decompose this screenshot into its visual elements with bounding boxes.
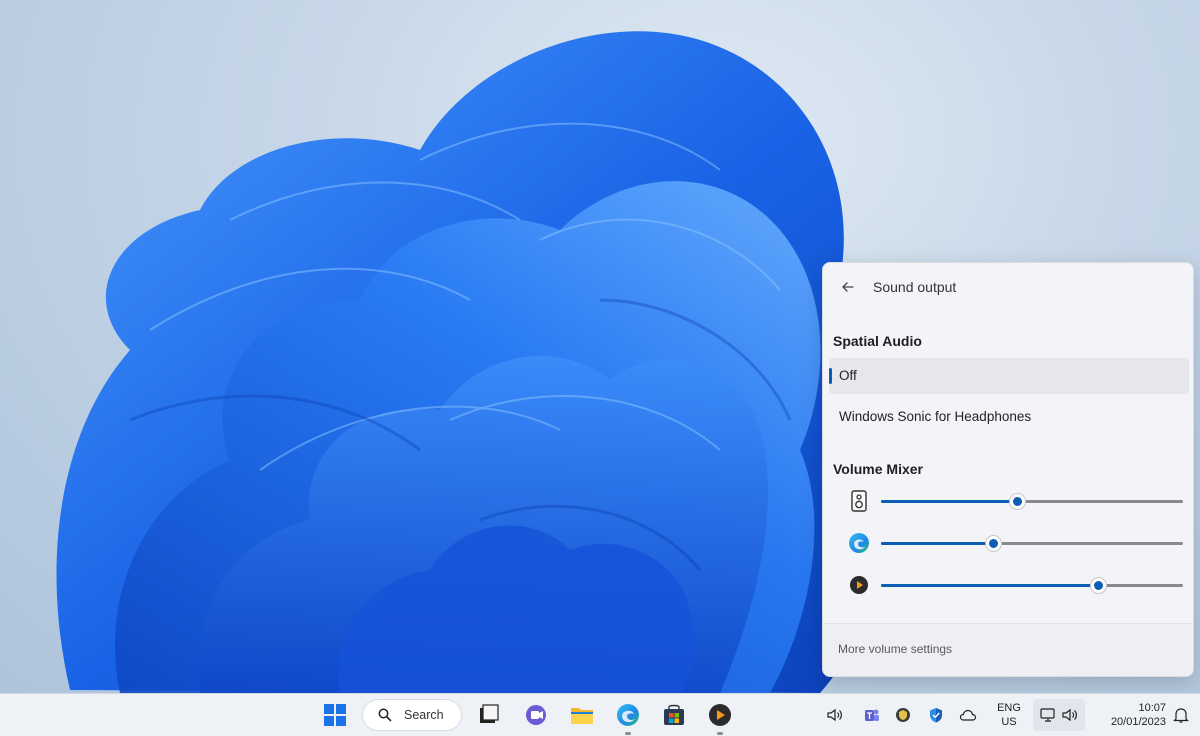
slider-fill [881, 542, 993, 545]
language-code: ENG [997, 702, 1021, 714]
start-button-windows-icon[interactable] [321, 701, 349, 729]
spatial-option-off[interactable]: Off [829, 358, 1189, 394]
option-label: Off [839, 368, 857, 383]
onedrive-cloud-icon[interactable] [959, 706, 977, 724]
taskbar-search-box[interactable]: Search [363, 700, 461, 730]
security-shield-icon[interactable] [927, 706, 945, 724]
slider-fill [881, 584, 1099, 587]
spatial-audio-heading: Spatial Audio [833, 333, 922, 349]
mixer-row-system [847, 487, 1187, 515]
task-view-icon[interactable] [475, 701, 503, 729]
notification-bell-icon[interactable] [1172, 706, 1190, 724]
mixer-row-edge [847, 529, 1187, 557]
teams-chat-icon[interactable] [522, 701, 550, 729]
slider-thumb[interactable] [985, 536, 1001, 551]
edge-browser-icon[interactable] [614, 701, 642, 729]
edge-icon[interactable] [847, 531, 871, 555]
search-icon [378, 708, 392, 722]
volume-icon [1062, 708, 1077, 722]
flyout-header: Sound output [823, 263, 1193, 311]
edge-volume-slider[interactable] [881, 536, 1183, 551]
quick-settings-button[interactable] [1033, 699, 1085, 731]
slider-thumb[interactable] [1091, 578, 1107, 593]
media-player-volume-slider[interactable] [881, 578, 1183, 593]
teams-tray-icon[interactable] [862, 706, 880, 724]
file-explorer-icon[interactable] [568, 701, 596, 729]
defender-shield-icon[interactable] [894, 706, 912, 724]
taskbar: Search ENG US 10:07 20/01/2023 [0, 693, 1200, 736]
spatial-option-windows-sonic[interactable]: Windows Sonic for Headphones [829, 399, 1189, 435]
media-player-icon[interactable] [847, 573, 871, 597]
system-clock[interactable]: 10:07 20/01/2023 [1092, 701, 1166, 729]
back-button[interactable] [837, 277, 859, 297]
speaker-device-icon[interactable] [847, 489, 871, 513]
mixer-row-media-player [847, 571, 1187, 599]
selection-indicator [829, 368, 832, 384]
keyboard-region: US [1001, 716, 1017, 728]
sound-output-flyout: Sound output Spatial Audio Off Windows S… [822, 262, 1194, 677]
input-language-indicator[interactable]: ENG US [993, 701, 1025, 729]
clock-date: 20/01/2023 [1110, 716, 1166, 728]
search-label: Search [404, 708, 444, 722]
system-volume-slider[interactable] [881, 494, 1183, 509]
option-label: Windows Sonic for Headphones [839, 409, 1032, 424]
flyout-footer: More volume settings [823, 623, 1193, 676]
speaker-icon[interactable] [826, 706, 844, 724]
slider-thumb[interactable] [1009, 494, 1025, 509]
slider-fill [881, 500, 1017, 503]
network-icon [1040, 708, 1055, 722]
back-arrow-icon [842, 282, 854, 292]
media-player-app-icon[interactable] [706, 701, 734, 729]
flyout-title: Sound output [873, 279, 957, 295]
clock-time: 10:07 [1138, 702, 1166, 714]
volume-mixer-heading: Volume Mixer [833, 461, 923, 477]
more-volume-settings-link[interactable]: More volume settings [838, 642, 952, 656]
microsoft-store-icon[interactable] [660, 701, 688, 729]
